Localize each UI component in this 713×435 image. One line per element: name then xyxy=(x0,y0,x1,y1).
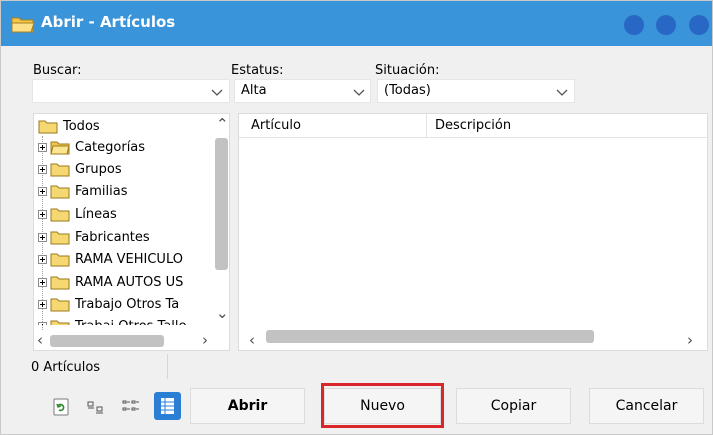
folder-open-icon xyxy=(50,141,70,154)
chevron-up-icon[interactable]: ⌃ xyxy=(216,117,229,132)
tree-root-item[interactable]: Todos xyxy=(38,116,100,136)
estatus-combo[interactable]: Alta xyxy=(234,79,371,103)
status-divider xyxy=(167,354,168,379)
abrir-button[interactable]: Abrir xyxy=(190,388,305,424)
folder-icon xyxy=(50,231,70,244)
list-view-icon[interactable] xyxy=(121,397,141,417)
tree-item-grupos[interactable]: Grupos xyxy=(38,158,122,180)
tree-item-fabricantes[interactable]: Fabricantes xyxy=(38,226,150,248)
tree-item-label: Categorías xyxy=(75,139,146,155)
small-icons-view-icon[interactable] xyxy=(86,397,106,417)
folder-icon xyxy=(38,120,58,133)
chevron-down-icon xyxy=(353,89,365,96)
tree-item-label: RAMA AUTOS US xyxy=(75,274,184,290)
folder-icon xyxy=(50,253,70,266)
column-divider[interactable] xyxy=(426,114,427,138)
estatus-value: Alta xyxy=(241,83,267,98)
tree-item-label: Grupos xyxy=(75,161,122,177)
situacion-value: (Todas) xyxy=(384,83,431,98)
chevron-right-icon[interactable]: › xyxy=(202,333,208,348)
column-header-articulo[interactable]: Artículo xyxy=(251,118,301,133)
buscar-label: Buscar: xyxy=(33,63,82,78)
grid-horizontal-scroll-thumb[interactable] xyxy=(266,330,594,343)
tree-item-label: Familias xyxy=(75,183,128,199)
maximize-button[interactable] xyxy=(656,15,676,35)
tree-horizontal-scroll-thumb[interactable] xyxy=(50,335,164,347)
tree-root-label: Todos xyxy=(63,118,100,134)
estatus-label: Estatus: xyxy=(231,63,284,78)
cancelar-button[interactable]: Cancelar xyxy=(589,388,704,424)
tree-item-label: RAMA VEHICULO xyxy=(75,251,183,267)
open-articles-dialog: Abrir - Artículos Buscar: Estatus: Situa… xyxy=(0,0,713,435)
expand-icon[interactable] xyxy=(38,232,47,242)
expand-icon[interactable] xyxy=(38,299,47,309)
expand-icon[interactable] xyxy=(38,164,47,174)
folder-icon xyxy=(50,185,70,198)
tree-item-label: Fabricantes xyxy=(75,229,150,245)
close-button[interactable] xyxy=(689,15,709,35)
chevron-down-icon[interactable]: ⌄ xyxy=(216,306,229,321)
expand-icon[interactable] xyxy=(38,209,47,219)
column-header-descripcion[interactable]: Descripción xyxy=(435,118,511,133)
tree-item-lineas[interactable]: Líneas xyxy=(38,203,117,225)
copiar-button[interactable]: Copiar xyxy=(456,388,571,424)
nuevo-button-label: Nuevo xyxy=(360,398,405,414)
grid-header: Artículo Descripción xyxy=(239,114,707,138)
tree-item-rama-autos-us[interactable]: RAMA AUTOS US xyxy=(38,271,183,293)
chevron-right-icon[interactable]: › xyxy=(687,333,693,348)
chevron-left-icon[interactable]: ‹ xyxy=(249,333,255,348)
situacion-combo[interactable]: (Todas) xyxy=(377,79,575,103)
window-title: Abrir - Artículos xyxy=(41,13,176,31)
tree-item-categorias[interactable]: Categorías xyxy=(38,136,145,158)
nuevo-button[interactable]: Nuevo xyxy=(324,388,441,424)
articles-grid[interactable]: Artículo Descripción ‹ › xyxy=(238,113,708,351)
expand-icon[interactable] xyxy=(38,186,47,196)
situacion-label: Situación: xyxy=(375,63,440,78)
category-tree[interactable]: Todos Categorías Grupos Familias Líneas xyxy=(33,113,230,351)
chevron-down-icon xyxy=(556,89,568,96)
copiar-button-label: Copiar xyxy=(490,398,537,414)
cancelar-button-label: Cancelar xyxy=(615,398,678,414)
tree-item-rama-vehiculo[interactable]: RAMA VEHICULO xyxy=(38,248,183,270)
tree-vertical-scroll-thumb[interactable] xyxy=(215,138,228,270)
refresh-icon[interactable] xyxy=(51,397,71,417)
abrir-button-label: Abrir xyxy=(227,398,268,414)
chevron-down-icon xyxy=(211,89,223,96)
tree-item-label: Trabajo Otros Ta xyxy=(75,296,180,312)
buscar-combo[interactable] xyxy=(32,79,230,103)
chevron-left-icon[interactable]: ‹ xyxy=(37,333,43,348)
details-view-icon[interactable] xyxy=(154,392,181,420)
tree-item-familias[interactable]: Familias xyxy=(38,180,128,202)
article-count-status: 0 Artículos xyxy=(31,360,101,375)
folder-icon xyxy=(50,298,70,311)
folder-open-icon xyxy=(11,17,35,33)
folder-icon xyxy=(50,276,70,289)
folder-icon xyxy=(50,208,70,221)
expand-icon[interactable] xyxy=(38,142,47,152)
tree-item-label: Líneas xyxy=(75,206,117,222)
minimize-button[interactable] xyxy=(624,15,644,35)
expand-icon[interactable] xyxy=(38,254,47,264)
title-bar: Abrir - Artículos xyxy=(1,1,712,46)
tree-item-trabajo-otros[interactable]: Trabajo Otros Ta xyxy=(38,293,179,315)
expand-icon[interactable] xyxy=(38,277,47,287)
folder-icon xyxy=(50,163,70,176)
